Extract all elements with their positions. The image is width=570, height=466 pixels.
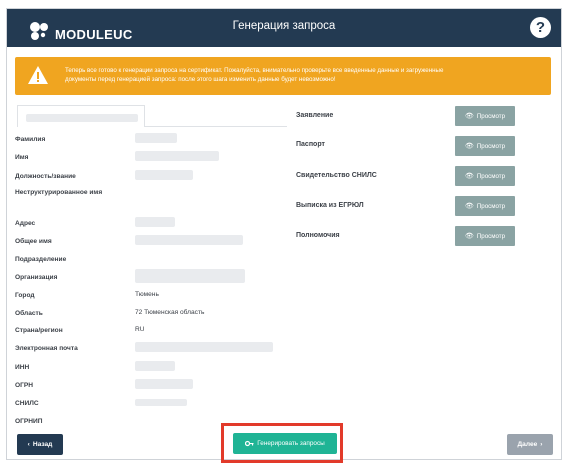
field-value-surname xyxy=(135,133,177,143)
field-value-city: Тюмень xyxy=(135,291,159,298)
field-value-common-name xyxy=(135,235,243,245)
chevron-left-icon: ‹ xyxy=(27,441,30,448)
field-value-organization xyxy=(135,269,245,283)
field-value-email xyxy=(135,342,273,352)
doc-label-egrul: Выписка из ЕГРЮЛ xyxy=(296,202,364,209)
field-value-ogrn xyxy=(135,379,193,389)
doc-label-application: Заявление xyxy=(296,112,334,119)
view-egrul-button[interactable]: 👁 Просмотр xyxy=(455,196,515,216)
view-snils-button[interactable]: 👁 Просмотр xyxy=(455,166,515,186)
doc-label-passport: Паспорт xyxy=(296,141,325,148)
view-button-label: Просмотр xyxy=(476,172,506,180)
field-label-inn: ИНН xyxy=(15,364,30,371)
field-label-city: Город xyxy=(15,292,35,299)
field-label-surname: Фамилия xyxy=(15,136,46,143)
view-button-label: Просмотр xyxy=(476,142,506,150)
field-label-address: Адрес xyxy=(15,220,36,227)
field-label-ogrn: ОГРН xyxy=(15,382,34,389)
view-authority-button[interactable]: 👁 Просмотр xyxy=(455,226,515,246)
redacted-tab-title xyxy=(26,114,138,122)
field-label-unstructured-name: Неструктурированное имя xyxy=(15,189,103,196)
field-label-region: Область xyxy=(15,310,43,317)
field-value-position xyxy=(135,170,193,180)
eye-icon: 👁 xyxy=(464,113,474,120)
warning-line-1: Теперь все готово к генерации запроса на… xyxy=(65,67,444,74)
page-title: Генерация запроса xyxy=(232,20,336,32)
eye-icon: 👁 xyxy=(464,233,474,240)
help-button[interactable]: ? xyxy=(530,17,551,38)
field-label-common-name: Общее имя xyxy=(15,238,52,245)
field-value-address xyxy=(135,217,175,227)
eye-icon: 👁 xyxy=(464,203,474,210)
next-button-label: Далее xyxy=(517,441,538,448)
view-application-button[interactable]: 👁 Просмотр xyxy=(455,106,515,126)
field-label-country: Страна/регион xyxy=(15,327,63,334)
question-circle-icon: ? xyxy=(535,19,546,36)
warning-line-2: документы перед генерацией запроса: посл… xyxy=(65,76,336,83)
field-value-name xyxy=(135,151,219,161)
warning-banner: Теперь все готово к генерации запроса на… xyxy=(15,57,551,95)
field-value-snils xyxy=(135,399,187,406)
warning-text: Теперь все готово к генерации запроса на… xyxy=(65,66,535,84)
field-label-snils: СНИЛС xyxy=(15,400,39,407)
field-value-country: RU xyxy=(135,326,145,333)
info-tab[interactable] xyxy=(17,105,145,127)
back-button-label: Назад xyxy=(32,441,53,448)
doc-label-snils-certificate: Свидетельство СНИЛС xyxy=(296,172,377,179)
view-passport-button[interactable]: 👁 Просмотр xyxy=(455,136,515,156)
view-button-label: Просмотр xyxy=(476,232,506,240)
field-label-name: Имя xyxy=(15,154,29,161)
doc-label-authority: Полномочия xyxy=(296,232,340,239)
back-button[interactable]: ‹ Назад xyxy=(17,434,63,455)
field-label-ogrnip: ОГРНИП xyxy=(15,418,43,425)
chevron-right-icon: › xyxy=(540,441,543,448)
field-label-organization: Организация xyxy=(15,274,58,281)
header-bar: MODULEUC Генерация запроса ? xyxy=(7,9,561,47)
view-button-label: Просмотр xyxy=(476,202,506,210)
field-label-email: Электронная почта xyxy=(15,345,78,352)
generate-requests-button[interactable]: Генерировать запросы xyxy=(233,433,337,454)
next-button[interactable]: Далее › xyxy=(507,434,553,455)
eye-icon: 👁 xyxy=(464,143,474,150)
field-value-inn xyxy=(135,361,175,371)
view-button-label: Просмотр xyxy=(476,112,506,120)
field-label-position: Должность/звание xyxy=(15,173,76,180)
field-value-region: 72 Тюменская область xyxy=(135,309,205,316)
eye-icon: 👁 xyxy=(464,173,474,180)
wizard-window: MODULEUC Генерация запроса ? Теперь все … xyxy=(6,8,562,463)
warning-triangle-icon xyxy=(28,66,48,84)
generate-button-label: Генерировать запросы xyxy=(257,440,325,447)
tab-divider xyxy=(145,126,287,127)
key-icon xyxy=(245,440,254,447)
field-label-department: Подразделение xyxy=(15,256,67,263)
